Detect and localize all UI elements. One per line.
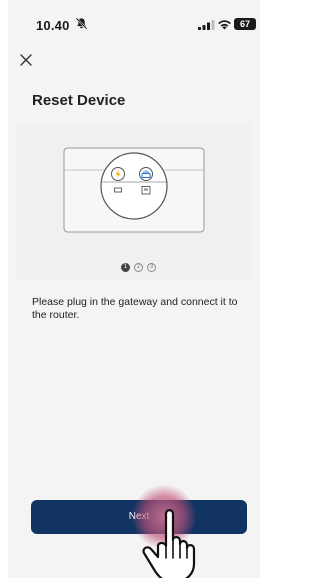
router-icon xyxy=(139,167,153,181)
bottom-edge xyxy=(0,578,263,584)
pointing-hand-icon xyxy=(142,509,196,578)
close-icon[interactable] xyxy=(18,52,34,68)
gateway-ports-illustration xyxy=(63,147,205,233)
step-2: 2 xyxy=(134,263,143,272)
screen: 10.40 67 Reset Device 1 2 3 Please plug … xyxy=(8,0,260,578)
power-bolt-icon xyxy=(111,167,125,181)
wifi-icon xyxy=(218,20,231,30)
status-bar: 10.40 67 xyxy=(8,0,260,40)
status-time: 10.40 xyxy=(36,18,70,33)
instruction-text: Please plug in the gateway and connect i… xyxy=(32,296,238,321)
bell-off-icon xyxy=(75,17,88,30)
signal-icon xyxy=(198,20,215,30)
step-3: 3 xyxy=(147,263,156,272)
battery-indicator: 67 xyxy=(234,18,256,30)
step-1: 1 xyxy=(121,263,130,272)
gateway-illustration xyxy=(16,124,252,280)
page-title: Reset Device xyxy=(32,92,126,109)
step-indicator: 1 2 3 xyxy=(121,263,156,272)
